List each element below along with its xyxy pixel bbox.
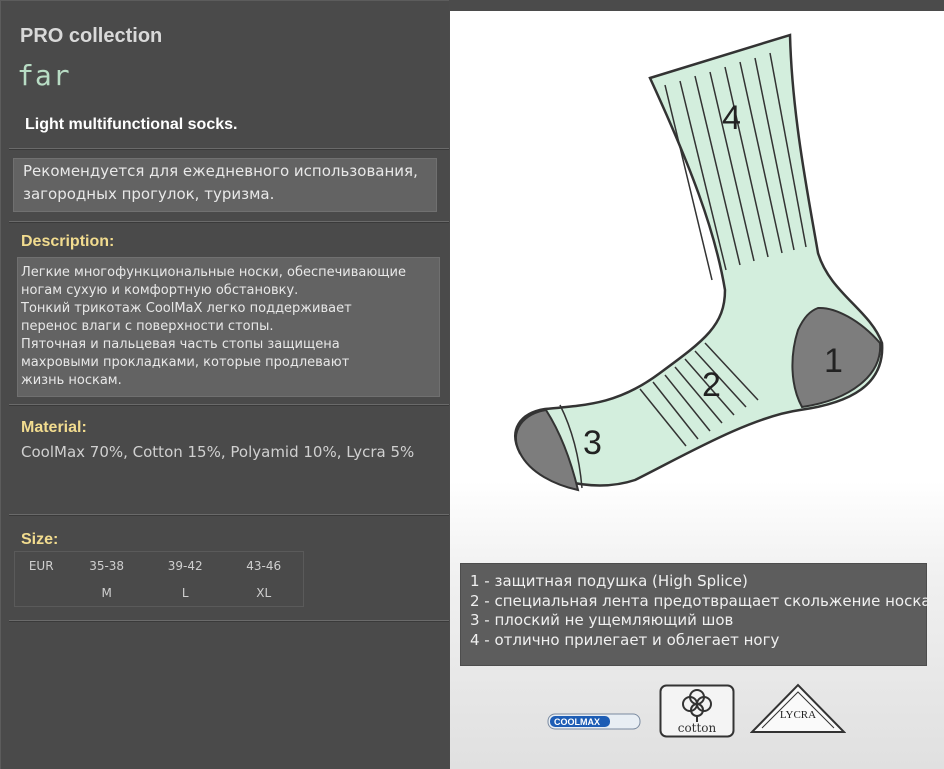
size-range-row: EUR 35-38 39-42 43-46 — [15, 552, 304, 580]
size-table: EUR 35-38 39-42 43-46 M L XL — [14, 551, 304, 607]
recommendation-line: Рекомендуется для ежедневного использова… — [23, 162, 418, 180]
model-name: far — [17, 59, 71, 92]
description-line: жизнь носкам. — [21, 373, 122, 388]
legend-item: 2 - специальная лента предотвращает скол… — [470, 591, 931, 610]
legend-box: 1 - защитная подушка (High Splice) 2 - с… — [460, 563, 931, 666]
divider — [9, 221, 449, 223]
lycra-logo: LYCRA — [750, 683, 846, 733]
description-box: Легкие многофункциональные носки, обеспе… — [17, 257, 440, 397]
legend-item: 1 - защитная подушка (High Splice) — [470, 572, 748, 590]
size-label: M — [101, 585, 112, 600]
sock-diagram: 4 1 2 3 — [514, 33, 884, 492]
diagram-marker-4: 4 — [722, 99, 741, 137]
recommendation-line: загородных прогулок, туризма. — [23, 185, 275, 203]
diagram-marker-2: 2 — [702, 366, 721, 404]
size-range: 39-42 — [167, 558, 203, 573]
size-label: XL — [256, 585, 272, 600]
divider — [9, 620, 449, 622]
material-heading: Material: — [21, 419, 87, 436]
description-line: ногам сухую и комфортную обстановку. — [21, 283, 299, 298]
size-range: 43-46 — [246, 558, 282, 573]
divider — [9, 404, 449, 406]
diagram-marker-3: 3 — [583, 424, 602, 462]
coolmax-logo: COOLMAX — [547, 713, 641, 730]
description-line: Легкие многофункциональные носки, обеспе… — [21, 265, 406, 280]
size-label-row: M L XL — [15, 579, 304, 607]
cotton-logo: cotton — [659, 684, 735, 738]
svg-text:LYCRA: LYCRA — [780, 709, 816, 721]
svg-text:COOLMAX: COOLMAX — [554, 717, 600, 727]
product-info-panel: PRO collection far Light multifunctional… — [0, 0, 449, 769]
svg-text:cotton: cotton — [678, 721, 717, 735]
divider — [9, 514, 449, 516]
size-system: EUR — [28, 558, 54, 573]
description-line: Тонкий трикотаж CoolMaX легко поддержива… — [21, 301, 352, 316]
divider — [9, 148, 449, 150]
legend-item: 4 - отлично прилегает и облегает ногу — [470, 630, 780, 649]
diagram-marker-1: 1 — [824, 342, 843, 380]
product-tagline: Light multifunctional socks. — [25, 116, 238, 133]
description-line: махровыми прокладками, которые продлеваю… — [21, 355, 350, 370]
material-text: CoolMax 70%, Cotton 15%, Polyamid 10%, L… — [21, 443, 415, 461]
description-heading: Description: — [21, 233, 115, 250]
size-heading: Size: — [21, 531, 59, 548]
size-range: 35-38 — [89, 558, 125, 573]
legend-item: 3 - плоский не ущемляющий шов — [470, 611, 734, 629]
size-label: L — [181, 585, 189, 600]
description-line: Пяточная и пальцевая часть стопы защищен… — [21, 337, 340, 352]
recommendation-box: Рекомендуется для ежедневного использова… — [13, 158, 437, 212]
collection-title: PRO collection — [20, 25, 163, 47]
description-line: перенос влаги с поверхности стопы. — [21, 319, 274, 334]
